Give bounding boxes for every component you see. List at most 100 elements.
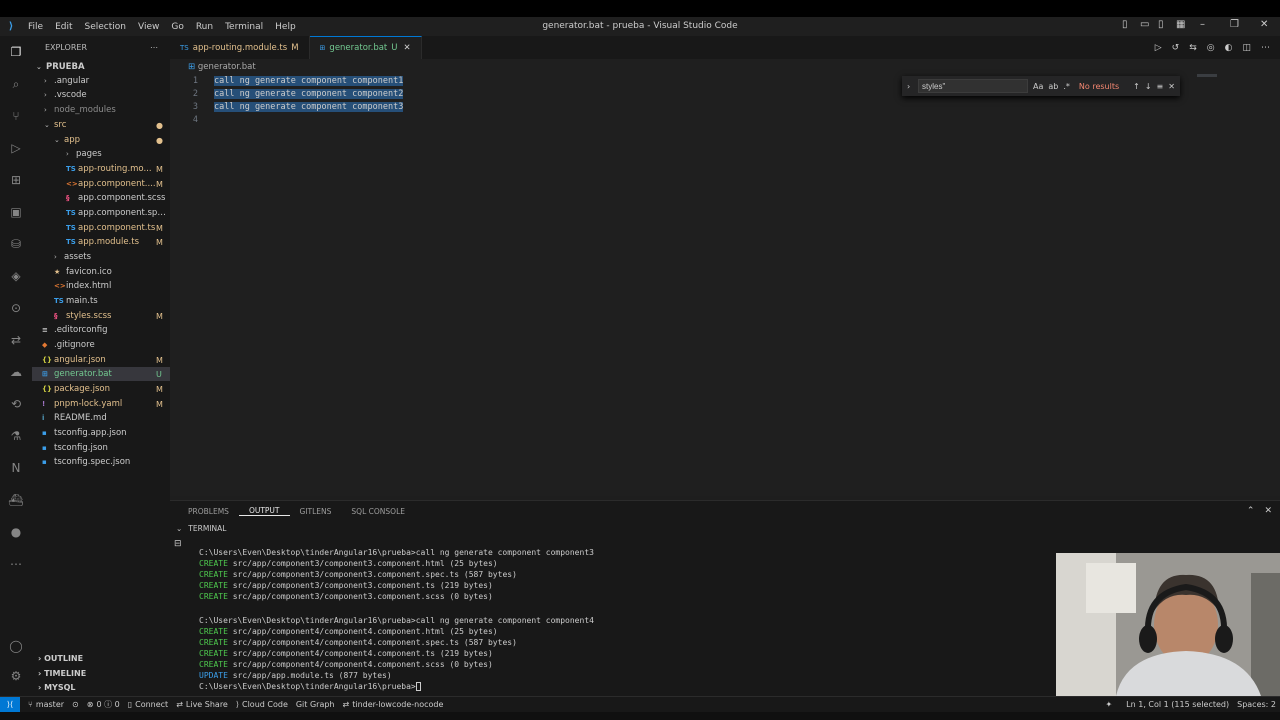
code-line[interactable]: 3 call ng generate component component3 <box>170 100 1270 113</box>
tree-item-package-json[interactable]: {} package.json M <box>32 382 170 396</box>
minimap[interactable] <box>1197 74 1217 77</box>
outline-section[interactable]: › OUTLINE <box>32 651 170 665</box>
git-graph-icon[interactable]: ⟲ <box>6 394 26 414</box>
tree-item-angular-json[interactable]: {} angular.json M <box>32 353 170 367</box>
tree-item-tsconfig-spec[interactable]: ▪ tsconfig.spec.json <box>32 455 170 469</box>
tree-item-tsconfig[interactable]: ▪ tsconfig.json <box>32 441 170 455</box>
timeline-section[interactable]: › TIMELINE <box>32 666 170 680</box>
tab-output[interactable]: OUTPUT <box>238 506 290 516</box>
project-name[interactable]: tinder-lowcode-nocode <box>352 700 443 709</box>
tree-item-app[interactable]: ⌄ app ● <box>32 133 170 147</box>
editor-area[interactable]: ⊞ generator.bat 1 call ng generate compo… <box>170 59 1280 496</box>
git-graph-button[interactable]: Git Graph <box>296 700 335 709</box>
run-debug-icon[interactable]: ▷ <box>6 138 26 158</box>
tree-item-vscode[interactable]: › .vscode <box>32 88 170 102</box>
arrow-down-icon[interactable]: ↓ <box>1145 82 1152 91</box>
search-icon[interactable]: ⌕ <box>6 74 26 94</box>
remote-indicator-icon[interactable]: ⟩⟨ <box>0 696 20 713</box>
live-share-icon[interactable]: ⇄ <box>6 330 26 350</box>
tree-item-index-html[interactable]: <> index.html <box>32 279 170 293</box>
gitlens-icon[interactable]: ⊙ <box>6 298 26 318</box>
explorer-icon[interactable]: ❐ <box>6 42 26 62</box>
menu-go[interactable]: Go <box>165 22 189 32</box>
layers-icon[interactable]: ◈ <box>6 266 26 286</box>
tree-item-favicon[interactable]: ★ favicon.ico <box>32 265 170 279</box>
menu-help[interactable]: Help <box>269 22 302 32</box>
sync-icon[interactable]: ⊙ <box>72 700 79 709</box>
tree-item-tsconfig-app[interactable]: ▪ tsconfig.app.json <box>32 426 170 440</box>
connect-button[interactable]: Connect <box>135 700 168 709</box>
code-text[interactable]: call ng generate component component1 <box>214 75 404 86</box>
close-find-icon[interactable]: ✕ <box>1168 82 1175 91</box>
mysql-section[interactable]: › MYSQL <box>32 680 170 694</box>
workspace-root[interactable]: ⌄ PRUEBA <box>32 60 170 74</box>
minimize-icon[interactable]: – <box>1200 19 1205 30</box>
tab-app-routing[interactable]: TS app-routing.module.ts M <box>170 36 310 59</box>
close-tab-icon[interactable]: ✕ <box>404 43 411 53</box>
match-case-icon[interactable]: Aa <box>1033 82 1043 91</box>
nx-console-icon[interactable]: N <box>6 458 26 478</box>
settings-gear-icon[interactable]: ⚙ <box>6 666 26 686</box>
remote-explorer-icon[interactable]: ▣ <box>6 202 26 222</box>
cloud-code-icon[interactable]: ☁ <box>6 362 26 382</box>
tree-item-gitignore[interactable]: ◆ .gitignore <box>32 338 170 352</box>
run-icon[interactable]: ▷ <box>1155 43 1162 53</box>
split-editor-icon[interactable]: ◫ <box>1242 43 1251 53</box>
cloud-code-button[interactable]: Cloud Code <box>242 700 288 709</box>
pin-icon[interactable]: ✦ <box>1105 700 1112 709</box>
customize-layout-icon[interactable]: ▦ <box>1176 19 1185 30</box>
terminal-header[interactable]: ⌄ TERMINAL <box>170 521 1280 535</box>
tree-item-app-module[interactable]: TS app.module.ts M <box>32 235 170 249</box>
code-line[interactable]: 4 <box>170 113 1270 126</box>
regex-icon[interactable]: .* <box>1063 82 1070 91</box>
tree-item-app-routing[interactable]: TS app-routing.mo... M <box>32 162 170 176</box>
close-window-icon[interactable]: ✕ <box>1260 19 1268 30</box>
maximize-icon[interactable]: ❐ <box>1230 19 1239 30</box>
open-changes-icon[interactable]: ◎ <box>1207 43 1215 53</box>
find-input[interactable] <box>918 79 1028 93</box>
tree-item-generator-bat[interactable]: ⊞ generator.bat U <box>32 367 170 381</box>
more-actions-icon[interactable]: ⋯ <box>150 43 158 52</box>
menu-edit[interactable]: Edit <box>49 22 78 32</box>
menu-selection[interactable]: Selection <box>79 22 132 32</box>
code-text[interactable]: call ng generate component component3 <box>214 101 404 112</box>
docker-icon[interactable]: ⛴ <box>6 490 26 510</box>
testing-icon[interactable]: ⚗ <box>6 426 26 446</box>
menu-terminal[interactable]: Terminal <box>219 22 269 32</box>
terminal-prompt[interactable]: C:\Users\Even\Desktop\tinderAngular16\pr… <box>199 682 421 693</box>
match-word-icon[interactable]: ab <box>1048 82 1058 91</box>
maximize-panel-icon[interactable]: ⌃ <box>1247 506 1255 516</box>
close-panel-icon[interactable]: ✕ <box>1264 506 1272 516</box>
tree-item-readme[interactable]: i README.md <box>32 411 170 425</box>
breadcrumb-file[interactable]: generator.bat <box>198 62 256 72</box>
tree-item-pnpm-lock[interactable]: ! pnpm-lock.yaml M <box>32 397 170 411</box>
tab-gitlens[interactable]: GITLENS <box>290 507 342 516</box>
cursor-position[interactable]: Ln 1, Col 1 (115 selected) <box>1126 700 1229 709</box>
tree-item-main-ts[interactable]: TS main.ts <box>32 294 170 308</box>
extensions-icon[interactable]: ⊞ <box>6 170 26 190</box>
tree-item-angular[interactable]: › .angular <box>32 74 170 88</box>
tab-sql-console[interactable]: SQL CONSOLE <box>341 507 415 516</box>
more-views-icon[interactable]: ⋯ <box>6 554 26 574</box>
database-icon[interactable]: ⛁ <box>6 234 26 254</box>
more-actions-icon[interactable]: ⋯ <box>1261 43 1270 53</box>
breadcrumb[interactable]: ⊞ generator.bat <box>188 62 256 72</box>
tree-item-editorconfig[interactable]: ≡ .editorconfig <box>32 323 170 337</box>
toggle-secondary-sidebar-icon[interactable]: ▯ <box>1158 19 1164 30</box>
indentation[interactable]: Spaces: 2 <box>1237 700 1276 709</box>
terminal-icon[interactable]: ⊟ <box>174 539 182 549</box>
live-share-button[interactable]: Live Share <box>186 700 228 709</box>
history-icon[interactable]: ↺ <box>1172 43 1180 53</box>
accounts-icon[interactable]: ◯ <box>6 636 26 656</box>
menu-file[interactable]: File <box>22 22 49 32</box>
tree-item-src[interactable]: ⌄ src ● <box>32 118 170 132</box>
compare-icon[interactable]: ⇆ <box>1189 43 1197 53</box>
find-in-selection-icon[interactable]: ≡ <box>1157 82 1164 91</box>
tree-item-app-component-ts[interactable]: TS app.component.ts M <box>32 221 170 235</box>
tree-item-styles-scss[interactable]: § styles.scss M <box>32 309 170 323</box>
tab-generator-bat[interactable]: ⊞ generator.bat U ✕ <box>309 36 422 59</box>
chevron-right-icon[interactable]: › <box>907 82 910 91</box>
toggle-icon[interactable]: ◐ <box>1225 43 1233 53</box>
menu-view[interactable]: View <box>132 22 165 32</box>
arrow-up-icon[interactable]: ↑ <box>1133 82 1140 91</box>
